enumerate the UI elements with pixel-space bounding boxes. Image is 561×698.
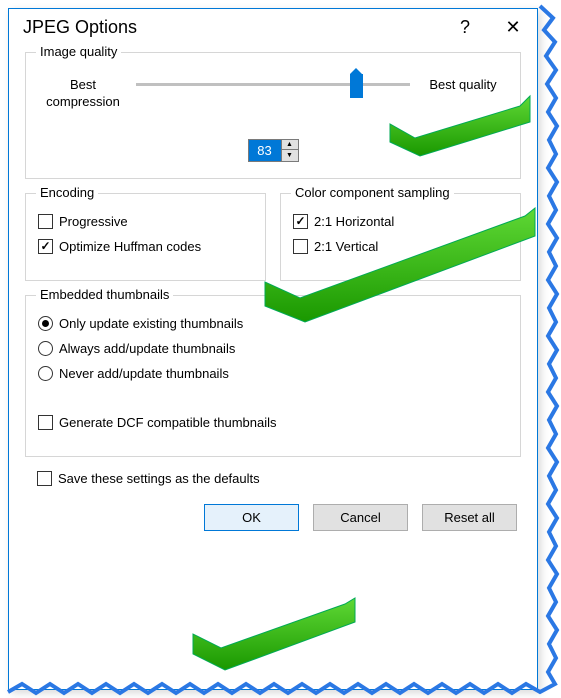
- spinner-down-button[interactable]: ▼: [282, 150, 298, 161]
- slider-label-quality: Best quality: [418, 77, 508, 94]
- thumb-always-label: Always add/update thumbnails: [59, 341, 235, 356]
- thumb-never-label: Never add/update thumbnails: [59, 366, 229, 381]
- vertical-row: 2:1 Vertical: [293, 239, 508, 254]
- spinner-up-button[interactable]: ▲: [282, 140, 298, 151]
- save-defaults-checkbox[interactable]: [37, 471, 52, 486]
- slider-thumb[interactable]: [350, 74, 363, 98]
- titlebar: JPEG Options ? ✕: [9, 9, 537, 48]
- thumb-update-radio[interactable]: [38, 316, 53, 331]
- huffman-label: Optimize Huffman codes: [59, 239, 201, 254]
- horizontal-row: 2:1 Horizontal: [293, 214, 508, 229]
- encoding-group: Encoding Progressive Optimize Huffman co…: [25, 193, 266, 281]
- sampling-legend: Color component sampling: [291, 185, 454, 200]
- vertical-checkbox[interactable]: [293, 239, 308, 254]
- quality-slider[interactable]: [136, 83, 410, 86]
- dialog-window: JPEG Options ? ✕ Image quality Best comp…: [8, 8, 538, 690]
- thumb-never-radio[interactable]: [38, 366, 53, 381]
- progressive-checkbox[interactable]: [38, 214, 53, 229]
- save-defaults-row: Save these settings as the defaults: [37, 471, 521, 486]
- progressive-row: Progressive: [38, 214, 253, 229]
- vertical-label: 2:1 Vertical: [314, 239, 378, 254]
- cancel-button[interactable]: Cancel: [313, 504, 408, 531]
- spinner-buttons: ▲ ▼: [281, 140, 298, 161]
- dialog-buttons: OK Cancel Reset all: [25, 504, 521, 531]
- dcf-checkbox[interactable]: [38, 415, 53, 430]
- title-controls: ? ✕: [455, 17, 523, 38]
- quality-spinner-row: ▲ ▼: [38, 139, 508, 162]
- slider-track-container: [136, 77, 410, 86]
- image-quality-group: Image quality Best compression Best qual…: [25, 52, 521, 179]
- huffman-row: Optimize Huffman codes: [38, 239, 253, 254]
- thumb-always-radio[interactable]: [38, 341, 53, 356]
- thumbnails-group: Embedded thumbnails Only update existing…: [25, 295, 521, 457]
- sampling-group: Color component sampling 2:1 Horizontal …: [280, 193, 521, 281]
- horizontal-label: 2:1 Horizontal: [314, 214, 394, 229]
- quality-spinner: ▲ ▼: [248, 139, 299, 162]
- image-quality-legend: Image quality: [36, 44, 121, 59]
- progressive-label: Progressive: [59, 214, 128, 229]
- ok-button[interactable]: OK: [204, 504, 299, 531]
- save-defaults-label: Save these settings as the defaults: [58, 471, 260, 486]
- thumb-always-row: Always add/update thumbnails: [38, 341, 508, 356]
- horizontal-checkbox[interactable]: [293, 214, 308, 229]
- thumb-update-row: Only update existing thumbnails: [38, 316, 508, 331]
- quality-value-input[interactable]: [249, 140, 281, 161]
- thumb-never-row: Never add/update thumbnails: [38, 366, 508, 381]
- thumb-update-label: Only update existing thumbnails: [59, 316, 243, 331]
- reset-all-button[interactable]: Reset all: [422, 504, 517, 531]
- help-button[interactable]: ?: [455, 17, 475, 38]
- dcf-row: Generate DCF compatible thumbnails: [38, 415, 508, 430]
- quality-slider-row: Best compression Best quality: [38, 77, 508, 111]
- close-button[interactable]: ✕: [503, 17, 523, 38]
- slider-label-compression: Best compression: [38, 77, 128, 111]
- encoding-legend: Encoding: [36, 185, 98, 200]
- dialog-content: Image quality Best compression Best qual…: [9, 48, 537, 547]
- huffman-checkbox[interactable]: [38, 239, 53, 254]
- window-title: JPEG Options: [23, 17, 137, 38]
- dcf-label: Generate DCF compatible thumbnails: [59, 415, 277, 430]
- thumbnails-legend: Embedded thumbnails: [36, 287, 173, 302]
- encoding-sampling-row: Encoding Progressive Optimize Huffman co…: [25, 193, 521, 295]
